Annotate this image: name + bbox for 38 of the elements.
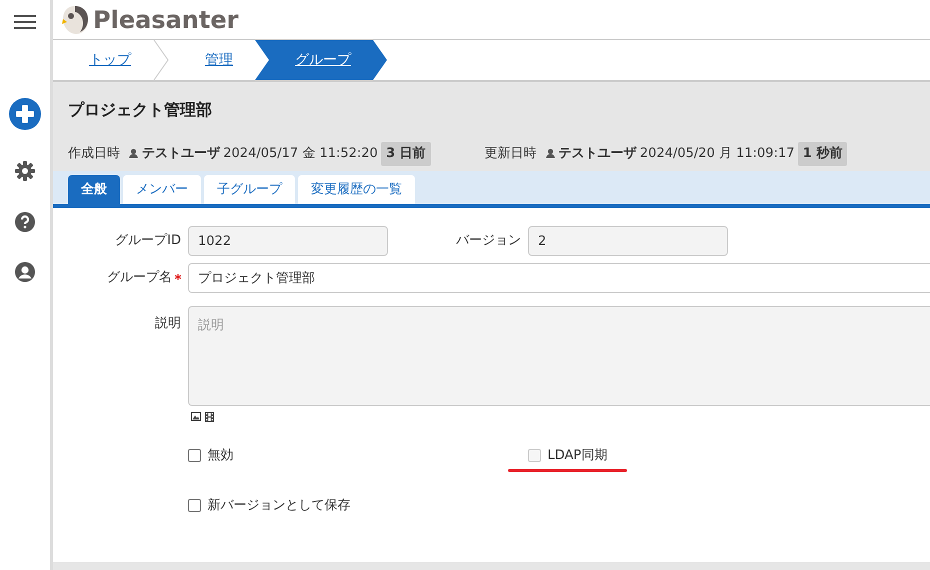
tab[interactable]: メンバー: [123, 174, 201, 204]
user-icon[interactable]: [15, 262, 35, 282]
checkbox-label: 無効: [208, 447, 234, 465]
tab[interactable]: 子グループ: [204, 174, 295, 204]
timestamp: 2024/05/20 月 11:09:17: [640, 145, 794, 163]
relative-time-badge: 3 日前: [381, 142, 431, 166]
tab[interactable]: 変更履歴の一覧: [298, 174, 415, 204]
menu-icon[interactable]: [14, 14, 36, 30]
logo-text: Pleasanter: [93, 4, 238, 36]
person-icon: [544, 148, 556, 160]
help-icon[interactable]: [15, 212, 35, 232]
user-name: テストユーザ: [142, 145, 220, 163]
breadcrumb-link[interactable]: グループ: [255, 40, 387, 80]
bird-logo-icon: [61, 4, 89, 34]
timestamp: 2024/05/17 金 11:52:20: [223, 145, 378, 163]
image-icon[interactable]: [191, 412, 202, 421]
input-field[interactable]: 2: [528, 226, 728, 256]
meta-label: 作成日時: [68, 145, 120, 163]
settings-icon[interactable]: [15, 161, 35, 181]
add-icon[interactable]: [9, 98, 41, 130]
person-icon: [128, 148, 139, 160]
field-label: バージョン: [456, 233, 521, 248]
page-title: プロジェクト管理部: [68, 99, 213, 121]
field-label: グループ名: [107, 270, 172, 285]
field-label: グループID: [115, 233, 181, 248]
meta-label: 更新日時: [484, 145, 537, 163]
checkbox[interactable]: [188, 499, 201, 512]
description-field[interactable]: 説明: [188, 306, 930, 406]
field-label: 説明: [155, 316, 181, 330]
checkbox-label: 新バージョンとして保存: [208, 496, 350, 515]
input-field[interactable]: プロジェクト管理部: [188, 262, 930, 292]
input-field[interactable]: 1022: [188, 226, 388, 256]
checkbox[interactable]: [188, 449, 201, 462]
user-name: テストユーザ: [558, 145, 637, 163]
film-icon[interactable]: [204, 412, 214, 422]
tab[interactable]: 全般: [68, 174, 120, 204]
checkbox-label: LDAP同期: [548, 447, 608, 465]
relative-time-badge: 1 秒前: [798, 142, 848, 166]
